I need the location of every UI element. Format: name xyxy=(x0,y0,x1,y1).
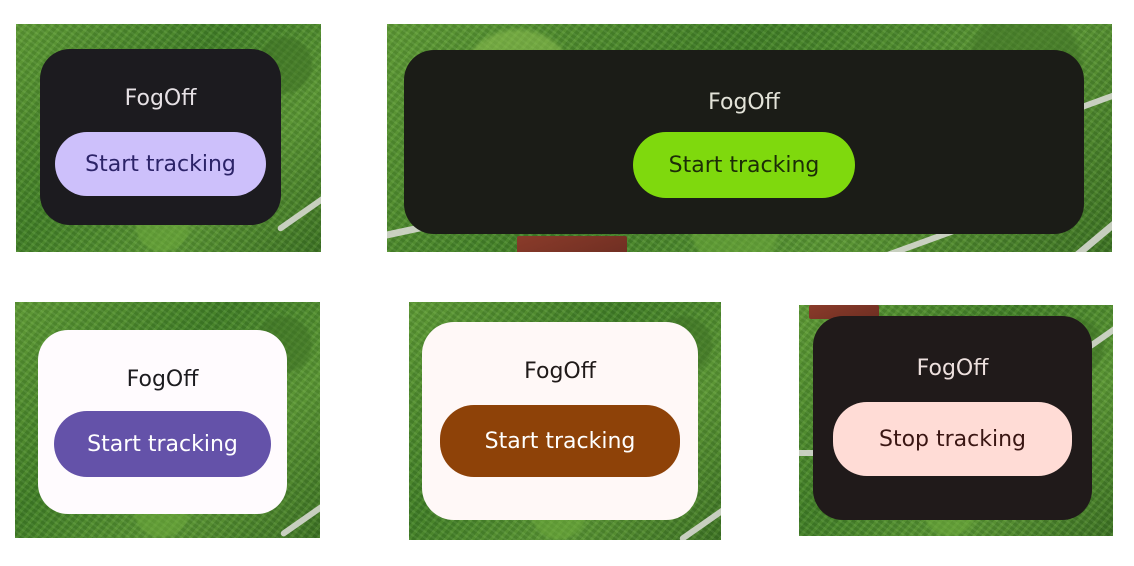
fogoff-widget-2: FogOff Start tracking xyxy=(404,50,1084,234)
road-line xyxy=(276,181,321,233)
start-tracking-button[interactable]: Start tracking xyxy=(633,132,855,198)
start-tracking-button[interactable]: Start tracking xyxy=(440,405,680,477)
widget-title: FogOff xyxy=(126,367,199,392)
fogoff-widget-3: FogOff Start tracking xyxy=(38,330,287,514)
start-tracking-button[interactable]: Start tracking xyxy=(55,132,266,196)
road-line xyxy=(279,492,320,538)
fogoff-widget-4: FogOff Start tracking xyxy=(422,322,698,520)
fogoff-widget-1: FogOff Start tracking xyxy=(40,49,281,225)
fogoff-widget-5: FogOff Stop tracking xyxy=(813,316,1092,520)
widget-title: FogOff xyxy=(916,356,989,381)
building-roof xyxy=(517,236,627,252)
widget-title: FogOff xyxy=(708,90,780,115)
start-tracking-button[interactable]: Start tracking xyxy=(54,411,271,477)
stop-tracking-button[interactable]: Stop tracking xyxy=(833,402,1072,476)
widget-title: FogOff xyxy=(124,86,197,111)
widget-title: FogOff xyxy=(524,359,596,384)
